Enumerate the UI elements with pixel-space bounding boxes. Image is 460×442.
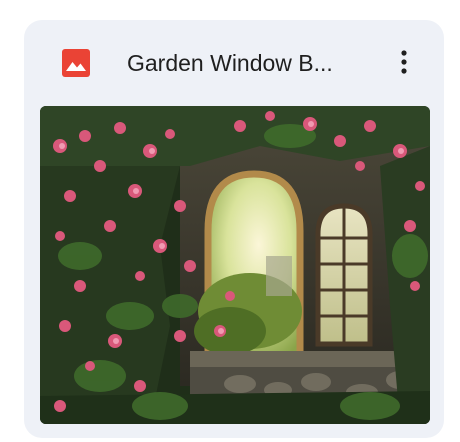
more-options-button[interactable] [386,44,422,80]
more-vert-icon [401,50,407,74]
file-card[interactable]: Garden Window B... [24,20,444,438]
file-card-header: Garden Window B... [24,20,444,106]
image-thumbnail[interactable] [40,106,430,424]
image-file-icon [61,48,91,78]
file-title: Garden Window B... [127,50,333,76]
